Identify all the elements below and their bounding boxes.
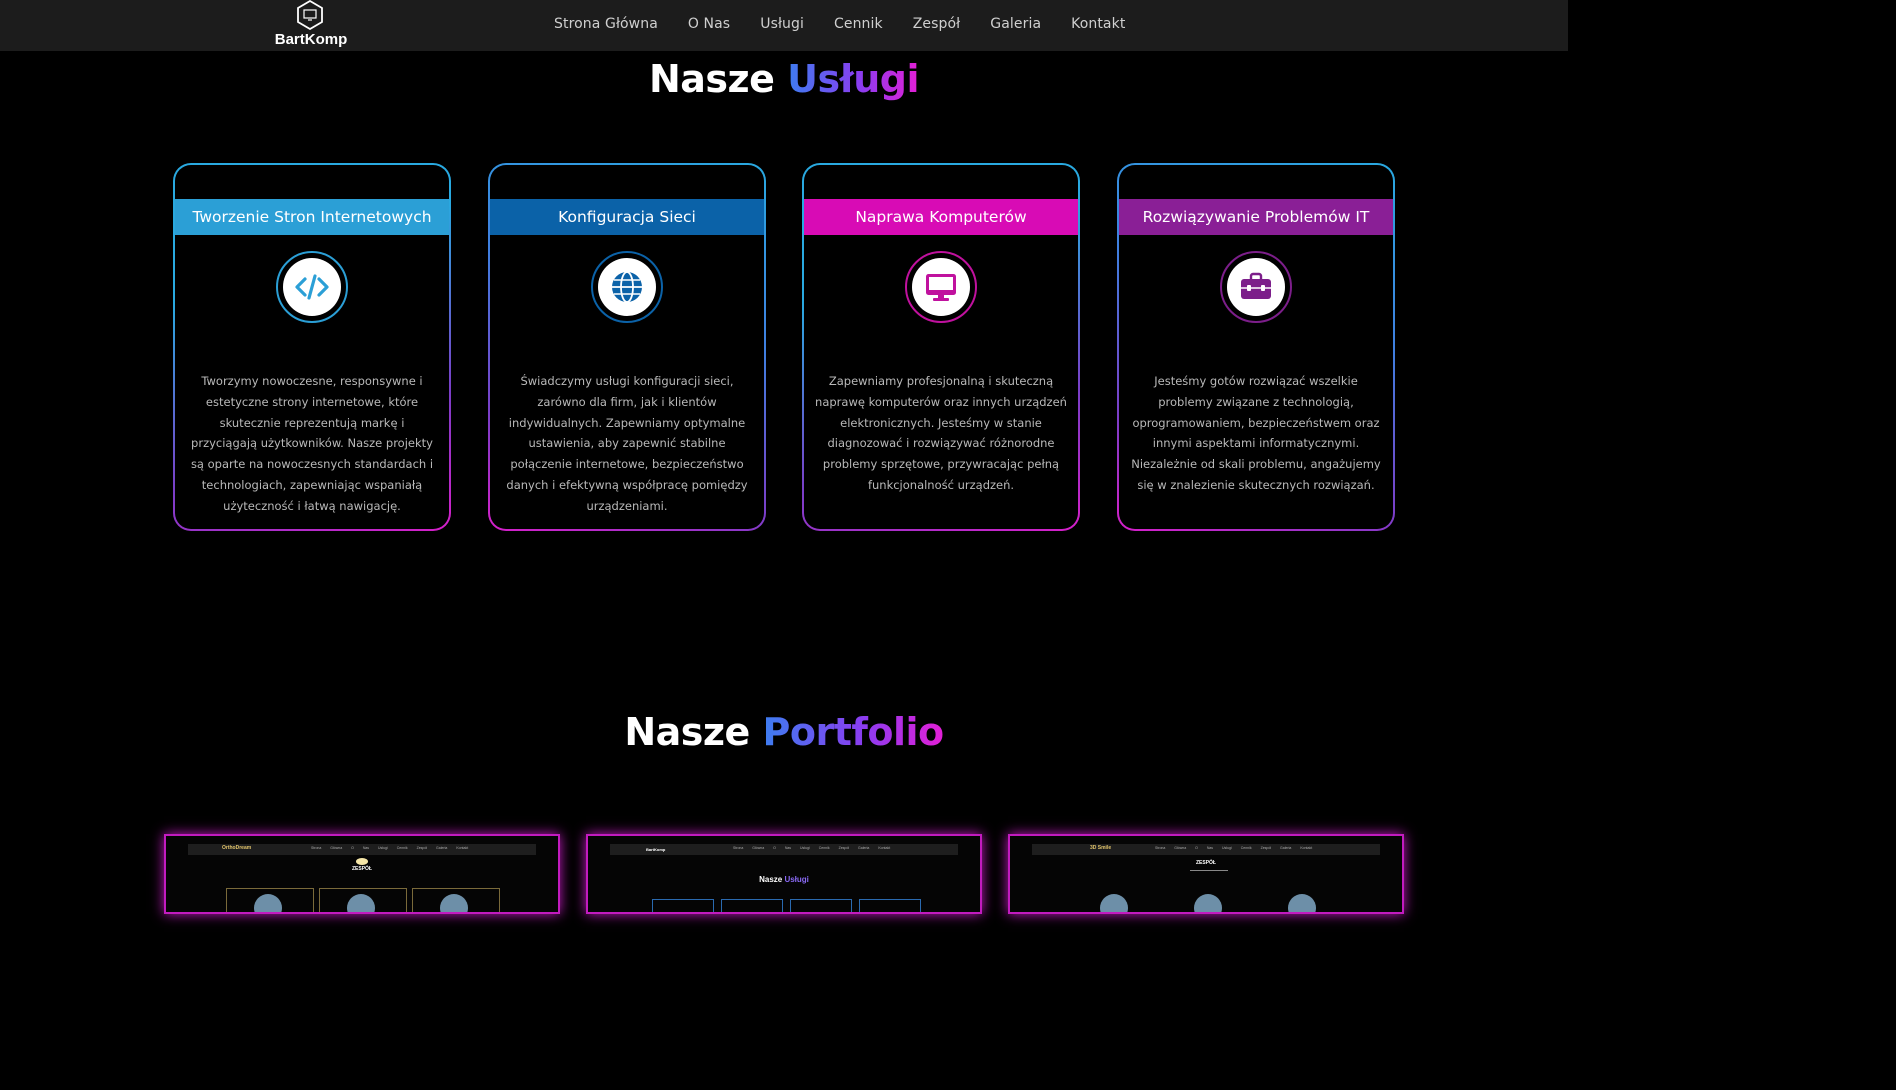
portfolio-logo-icon <box>356 858 368 865</box>
logo-text: BartKomp <box>274 31 348 48</box>
nav-about[interactable]: O Nas <box>688 16 730 32</box>
portfolio-nav: Strona Główna O Nas Usługi Cennik Zespół… <box>311 846 469 850</box>
portfolio-title-accent: Portfolio <box>762 710 945 754</box>
portfolio-heading: ZESPÓŁ <box>1195 860 1216 866</box>
service-card-description: Jesteśmy gotów rozwiązać wszelkie proble… <box>1131 374 1381 492</box>
portfolio-title: Nasze Portfolio <box>0 710 1568 754</box>
service-card-it-support: Rozwiązywanie Problemów IT Jesteśmy gotó… <box>1117 163 1395 531</box>
portfolio-heading: Nasze Usługi <box>759 875 809 884</box>
portfolio-brand: BartKomp <box>646 847 666 852</box>
service-icon-ring <box>1220 251 1292 323</box>
service-card-title: Rozwiązywanie Problemów IT <box>1119 199 1393 235</box>
services-title-accent: Usługi <box>787 57 920 101</box>
portfolio-nav: Strona Główna O Nas Usługi Cennik Zespół… <box>733 846 891 850</box>
portfolio-nav: Strona Główna O Nas Usługi Cennik Zespół… <box>1155 846 1313 850</box>
nav-home[interactable]: Strona Główna <box>554 16 658 32</box>
logo-hexagon-icon <box>297 0 323 30</box>
service-card-description: Tworzymy nowoczesne, responsywne i estet… <box>190 374 434 513</box>
nav-services[interactable]: Usługi <box>760 16 804 32</box>
service-card-description: Zapewniamy profesjonalną i skuteczną nap… <box>815 374 1067 492</box>
globe-icon <box>612 271 642 303</box>
service-card-title: Konfiguracja Sieci <box>490 199 764 235</box>
service-icon-ring <box>591 251 663 323</box>
portfolio-brand: 3D Smile <box>1090 845 1112 851</box>
portfolio-brand: OrthoDream <box>222 845 252 851</box>
nav-contact[interactable]: Kontakt <box>1071 16 1125 32</box>
monitor-icon <box>926 274 956 301</box>
service-icon-ring <box>905 251 977 323</box>
site-header: BartKomp Strona Główna O Nas Usługi Cenn… <box>0 0 1568 51</box>
service-card-network: Konfiguracja Sieci Świadczymy usługi kon… <box>488 163 766 531</box>
portfolio-title-plain: Nasze <box>624 710 750 754</box>
logo[interactable]: BartKomp <box>271 0 351 51</box>
nav-gallery[interactable]: Galeria <box>990 16 1041 32</box>
services-title-plain: Nasze <box>648 57 775 101</box>
nav-team[interactable]: Zespół <box>913 16 961 32</box>
service-card-description: Świadczymy usługi konfiguracji sieci, za… <box>506 374 748 513</box>
service-card-web: Tworzenie Stron Internetowych Tworzymy n… <box>173 163 451 531</box>
main-nav: Strona Główna O Nas Usługi Cennik Zespół… <box>554 16 1155 32</box>
service-card-repair: Naprawa Komputerów Zapewniamy profesjona… <box>802 163 1080 531</box>
service-card-title: Naprawa Komputerów <box>804 199 1078 235</box>
service-icon-ring <box>276 251 348 323</box>
services-title: Nasze Usługi <box>0 57 1568 101</box>
nav-pricing[interactable]: Cennik <box>834 16 883 32</box>
portfolio-item[interactable]: 3D Smile Strona Główna O Nas Usługi Cenn… <box>1008 834 1404 914</box>
portfolio-item[interactable]: OrthoDream Strona Główna O Nas Usługi Ce… <box>164 834 560 914</box>
portfolio-heading: ZESPÓŁ <box>351 866 372 872</box>
portfolio-item[interactable]: BartKomp Strona Główna O Nas Usługi Cenn… <box>586 834 982 914</box>
toolbox-icon <box>1241 272 1271 299</box>
service-card-title: Tworzenie Stron Internetowych <box>175 199 449 235</box>
code-icon <box>295 274 329 300</box>
